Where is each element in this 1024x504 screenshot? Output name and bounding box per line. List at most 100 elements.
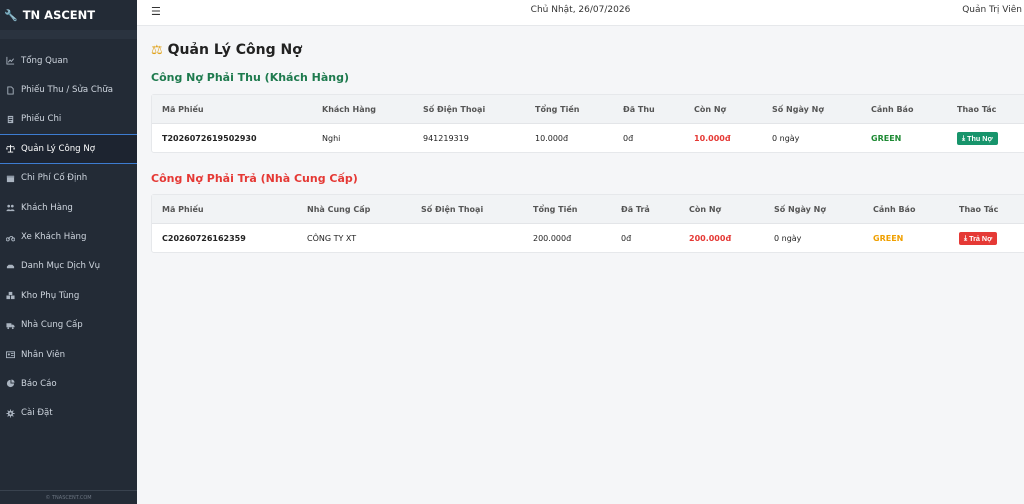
wrench-icon: 🔧 [4,8,18,22]
chart-line-icon [3,56,17,65]
sidebar-item-danh-muc-dich-vu[interactable]: Danh Mục Dịch Vụ [0,252,137,281]
sidebar-item-label: Xe Khách Hàng [21,232,87,243]
brand-divider [0,30,137,39]
sidebar-item-label: Báo Cáo [21,378,57,389]
brand-name: TN ASCENT [22,8,96,22]
sidebar-item-xe-khach-hang[interactable]: Xe Khách Hàng [0,222,137,251]
action-cell: ⤓ Thu Nợ [957,124,998,153]
receipt-code: C20260726162359 [162,234,246,243]
warning-badge: GREEN [871,134,902,143]
remaining-debt: 200.000đ [689,234,732,243]
car-icon [3,262,17,271]
pay-debt-label: Trả Nợ [969,234,993,243]
header-cell: Cảnh Báo [871,105,914,114]
sidebar-item-phieu-chi[interactable]: Phiếu Chi [0,105,137,134]
topbar: ☰ Chủ Nhật, 26/07/2026 Quản Trị Viên [137,0,1024,26]
file-icon [3,86,17,95]
header-cell: Tổng Tiền [533,205,578,214]
current-date: Chủ Nhật, 26/07/2026 [530,5,631,15]
header-cell: Số Điện Thoại [423,105,486,114]
collect-debt-button[interactable]: ⤓ Thu Nợ [957,132,998,145]
sidebar-item-label: Chi Phí Cố Định [21,173,88,184]
download-icon: ⤓ [962,134,966,142]
sidebar-item-chi-phi-co-dinh[interactable]: Chi Phí Cố Định [0,164,137,193]
payable-table: Mã Phiếu Nhà Cung Cấp Số Điện Thoại Tổng… [151,194,1024,253]
motorbike-icon [3,233,17,242]
total-amount: 200.000đ [533,234,572,243]
collect-debt-label: Thu Nợ [967,134,993,143]
header-cell: Còn Nợ [689,205,722,214]
header-cell: Tổng Tiền [535,105,580,114]
paid-amount: 0đ [621,234,632,243]
table-header: Mã Phiếu Khách Hàng Số Điện Thoại Tổng T… [152,95,1024,124]
sidebar-item-label: Nhà Cung Cấp [21,320,83,331]
brand[interactable]: 🔧 TN ASCENT [0,0,137,30]
sidebar-nav: Tổng Quan Phiếu Thu / Sửa Chữa Phiếu Chi… [0,46,137,428]
table-header: Mã Phiếu Nhà Cung Cấp Số Điện Thoại Tổng… [152,195,1024,224]
page-title: ⚖ Quản Lý Công Nợ [151,42,302,58]
sidebar-item-label: Danh Mục Dịch Vụ [21,261,101,272]
header-cell: Còn Nợ [694,105,727,114]
debt-days: 0 ngày [774,234,802,243]
sidebar-footer: © TNASCENT.COM [0,490,137,504]
header-cell: Số Ngày Nợ [772,105,824,114]
user-menu[interactable]: Quản Trị Viên [962,5,1022,15]
sidebar-item-label: Phiếu Chi [21,114,62,125]
sidebar-item-tong-quan[interactable]: Tổng Quan [0,46,137,75]
header-cell: Đã Trả [621,205,650,214]
truck-icon [3,321,17,330]
remaining-debt: 10.000đ [694,134,731,143]
sidebar-item-nhan-vien[interactable]: Nhân Viên [0,340,137,369]
customer-name: Nghi [322,134,341,143]
sidebar-item-quan-ly-cong-no[interactable]: Quản Lý Công Nợ [0,134,137,164]
header-cell: Đã Thu [623,105,655,114]
paid-amount: 0đ [623,134,634,143]
table-row: C20260726162359 CÔNG TY XT 200.000đ 0đ 2… [152,224,1024,253]
debt-days: 0 ngày [772,134,800,143]
sidebar-item-nha-cung-cap[interactable]: Nhà Cung Cấp [0,311,137,340]
receipt-icon [3,115,17,124]
header-cell: Mã Phiếu [162,205,204,214]
sidebar-item-label: Cài Đặt [21,408,53,419]
header-cell: Cảnh Báo [873,205,916,214]
warning-badge: GREEN [873,234,904,243]
payable-section-title: Công Nợ Phải Trả (Nhà Cung Cấp) [151,172,358,185]
users-icon [3,203,17,212]
header-cell: Thao Tác [957,105,997,114]
sidebar-item-cai-dat[interactable]: Cài Đặt [0,399,137,428]
boxes-icon [3,291,17,300]
sidebar-item-phieu-thu[interactable]: Phiếu Thu / Sửa Chữa [0,75,137,104]
phone-number: 941219319 [423,134,469,143]
scale-icon: ⚖ [151,42,163,58]
header-cell: Số Điện Thoại [421,205,484,214]
gear-icon [3,409,17,418]
download-icon: ⤓ [964,234,968,242]
sidebar-item-label: Nhân Viên [21,349,66,360]
receivable-table: Mã Phiếu Khách Hàng Số Điện Thoại Tổng T… [151,94,1024,153]
receivable-section-title: Công Nợ Phải Thu (Khách Hàng) [151,71,350,84]
total-amount: 10.000đ [535,134,569,143]
pie-chart-icon [3,379,17,388]
sidebar-item-label: Quản Lý Công Nợ [21,143,96,154]
sidebar-item-kho-phu-tung[interactable]: Kho Phụ Tùng [0,281,137,310]
sidebar-item-label: Khách Hàng [21,202,73,213]
sidebar: 🔧 TN ASCENT Tổng Quan Phiếu Thu / Sửa Ch… [0,0,137,504]
header-cell: Khách Hàng [322,105,377,114]
receipt-code: T2026072619502930 [162,134,257,143]
pay-debt-button[interactable]: ⤓ Trả Nợ [959,232,998,245]
page-title-text: Quản Lý Công Nợ [167,42,302,58]
table-row: T2026072619502930 Nghi 941219319 10.000đ… [152,124,1024,153]
sidebar-item-label: Tổng Quan [21,55,69,66]
header-cell: Số Ngày Nợ [774,205,826,214]
main-content: ⚖ Quản Lý Công Nợ Công Nợ Phải Thu (Khác… [137,26,1024,504]
header-cell: Nhà Cung Cấp [307,205,371,214]
sidebar-item-label: Phiếu Thu / Sửa Chữa [21,85,114,96]
supplier-name: CÔNG TY XT [307,234,357,243]
calendar-icon [3,174,17,183]
action-cell: ⤓ Trả Nợ [959,224,998,253]
scale-icon [3,144,17,153]
sidebar-item-label: Kho Phụ Tùng [21,290,80,301]
sidebar-item-bao-cao[interactable]: Báo Cáo [0,369,137,398]
header-cell: Thao Tác [959,205,999,214]
sidebar-item-khach-hang[interactable]: Khách Hàng [0,193,137,222]
